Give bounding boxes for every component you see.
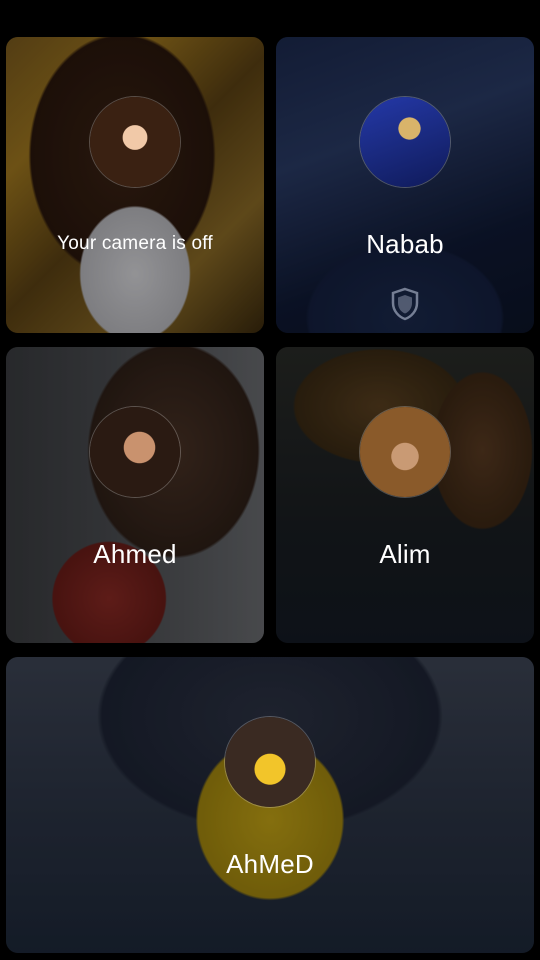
participant-tile-nabab[interactable]: Nabab xyxy=(276,37,534,333)
participant-name: Ahmed xyxy=(93,539,177,569)
participant-tile-self[interactable]: Your camera is off xyxy=(6,37,264,333)
avatar xyxy=(90,97,180,187)
participant-tile-alim[interactable]: Alim xyxy=(276,347,534,643)
participant-tile-ahmed-2[interactable]: AhMeD xyxy=(6,657,534,953)
camera-off-label: Your camera is off xyxy=(57,233,213,254)
participant-tile-ahmed[interactable]: Ahmed xyxy=(6,347,264,643)
avatar xyxy=(90,407,180,497)
participant-name: Alim xyxy=(379,539,431,569)
avatar xyxy=(360,407,450,497)
participant-name: AhMeD xyxy=(226,849,314,879)
avatar xyxy=(225,717,315,807)
shield-icon xyxy=(391,287,419,321)
avatar xyxy=(360,97,450,187)
participant-name: Nabab xyxy=(366,229,444,259)
